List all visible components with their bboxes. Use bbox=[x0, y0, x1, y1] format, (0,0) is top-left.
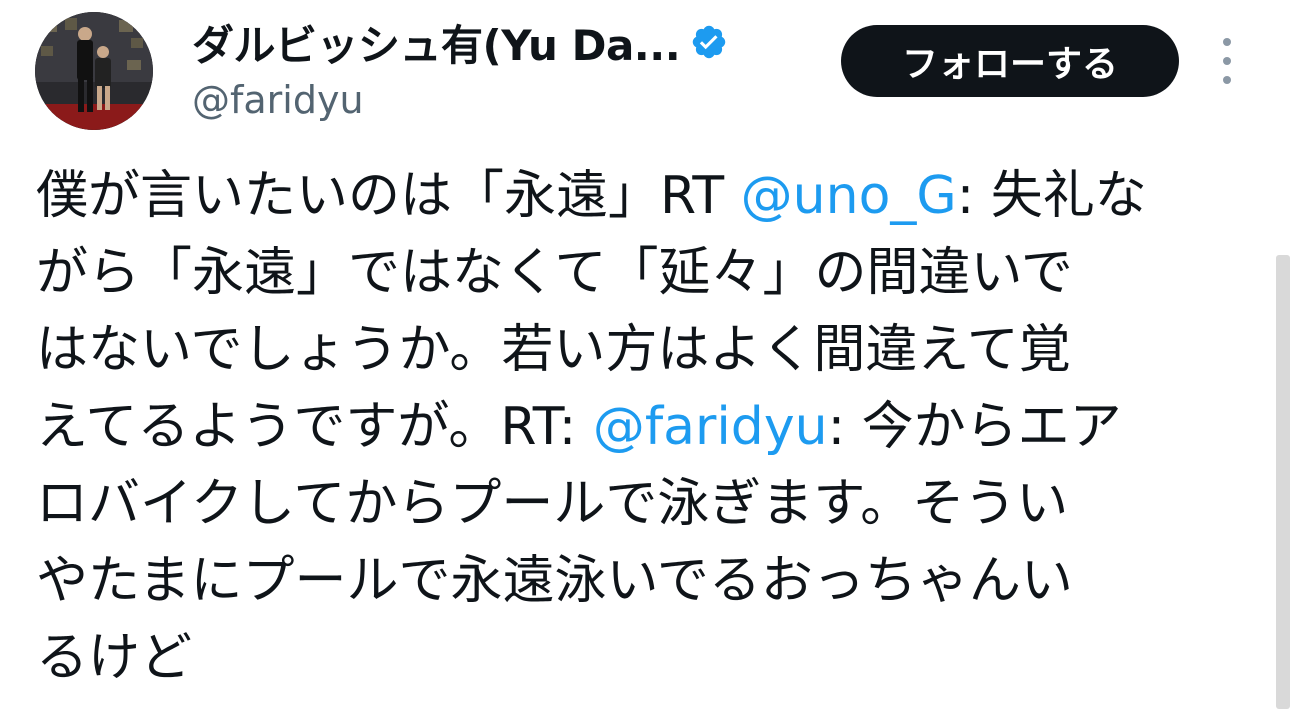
avatar[interactable] bbox=[35, 12, 153, 130]
tweet-text-segment: えてるようですが。RT: bbox=[36, 397, 593, 457]
author-handle[interactable]: @faridyu bbox=[192, 78, 364, 122]
tweet-text-segment: : 今からエア bbox=[827, 397, 1122, 457]
more-dot bbox=[1223, 38, 1231, 46]
scrollbar[interactable] bbox=[1276, 255, 1290, 709]
tweet-text-segment: はないでしょうか。若い方はよく間違えて覚 bbox=[36, 320, 1071, 380]
tweet-text-segment: るけど bbox=[36, 628, 193, 688]
tweet-text-line: やたまにプールで永遠泳いでるおっちゃんい bbox=[36, 543, 1256, 620]
tweet-text-segment: ロバイクしてからプールで泳ぎます。そうい bbox=[36, 474, 1069, 534]
more-vertical-icon[interactable] bbox=[1210, 38, 1244, 84]
tweet-text-line: えてるようですが。RT: @faridyu: 今からエア bbox=[36, 389, 1256, 466]
avatar-photo-icon bbox=[35, 12, 153, 130]
tweet-text-line: ロバイクしてからプールで泳ぎます。そうい bbox=[36, 466, 1256, 543]
tweet-card: ダルビッシュ有(Yu Da... @faridyu フォローする 僕が言いたいの… bbox=[0, 0, 1290, 709]
tweet-text-segment: やたまにプールで永遠泳いでるおっちゃんい bbox=[36, 551, 1073, 611]
verified-badge-icon[interactable] bbox=[690, 23, 728, 61]
follow-button[interactable]: フォローする bbox=[841, 25, 1179, 97]
tweet-text-segment: 僕が言いたいのは「永遠」RT bbox=[36, 166, 741, 226]
author-name-row[interactable]: ダルビッシュ有(Yu Da... bbox=[192, 14, 728, 70]
tweet-text-line: がら「永遠」ではなくて「延々」の間違いで bbox=[36, 235, 1256, 312]
tweet-text-line: るけど bbox=[36, 620, 1256, 697]
tweet-text-segment: がら「永遠」ではなくて「延々」の間違いで bbox=[36, 243, 1073, 303]
more-dot bbox=[1223, 57, 1231, 65]
mention-link[interactable]: @faridyu bbox=[593, 397, 828, 457]
author-display-name[interactable]: ダルビッシュ有(Yu Da... bbox=[192, 12, 681, 73]
tweet-text-line: はないでしょうか。若い方はよく間違えて覚 bbox=[36, 312, 1256, 389]
tweet-text-segment: : 失礼な bbox=[956, 166, 1147, 226]
mention-link[interactable]: @uno_G bbox=[741, 166, 957, 226]
tweet-text-line: 僕が言いたいのは「永遠」RT @uno_G: 失礼な bbox=[36, 158, 1256, 235]
tweet-text: 僕が言いたいのは「永遠」RT @uno_G: 失礼ながら「永遠」ではなくて「延々… bbox=[36, 158, 1256, 697]
more-dot bbox=[1223, 76, 1231, 84]
